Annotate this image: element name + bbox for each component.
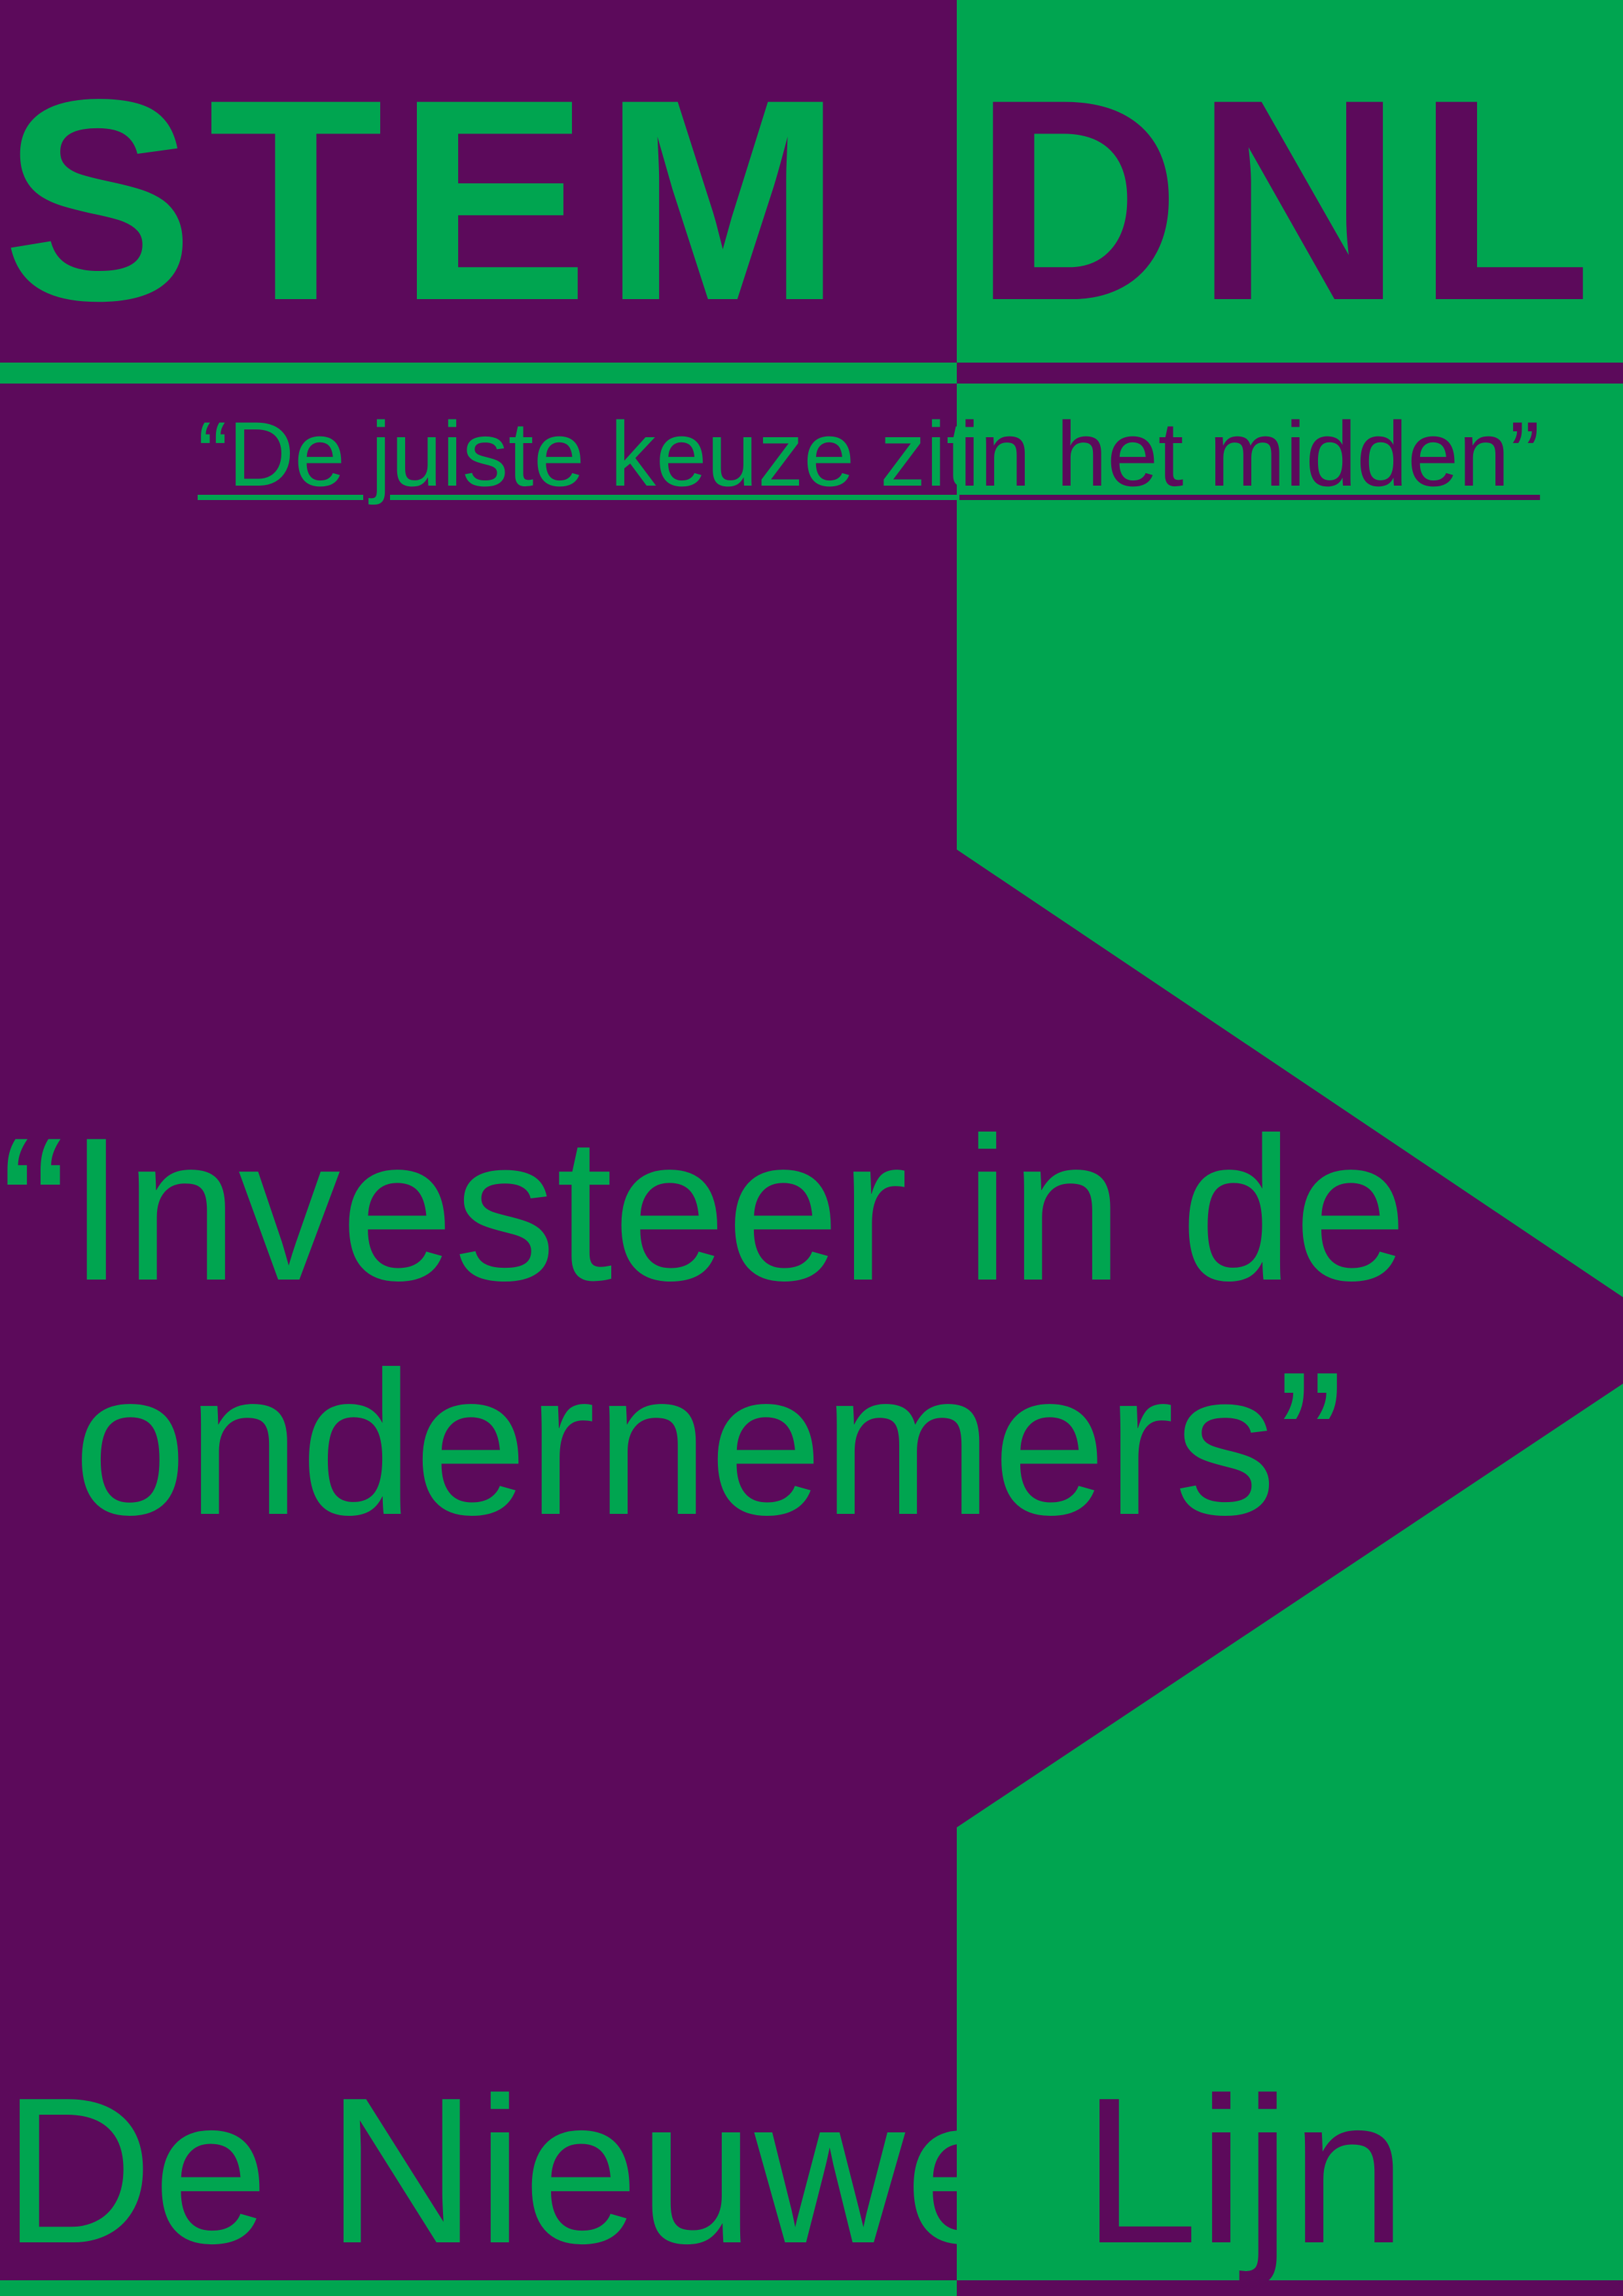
slogan-left: “De juiste keuze zit bbox=[198, 403, 972, 505]
header-title-stem: STEM bbox=[3, 39, 857, 360]
footer-name-left: De Nieuwe bbox=[3, 2054, 1021, 2287]
quote-line-2: ondernemers” bbox=[73, 1330, 1345, 1558]
header-rule-left bbox=[0, 363, 957, 384]
header-rule-right bbox=[957, 363, 1623, 384]
slogan-right: in het midden” bbox=[959, 403, 1541, 505]
header-title-dnl: DNL bbox=[974, 39, 1607, 360]
quote-line-1: “Investeer in de bbox=[0, 1096, 1408, 1323]
footer-name-right: Lijn bbox=[1082, 2054, 1407, 2287]
